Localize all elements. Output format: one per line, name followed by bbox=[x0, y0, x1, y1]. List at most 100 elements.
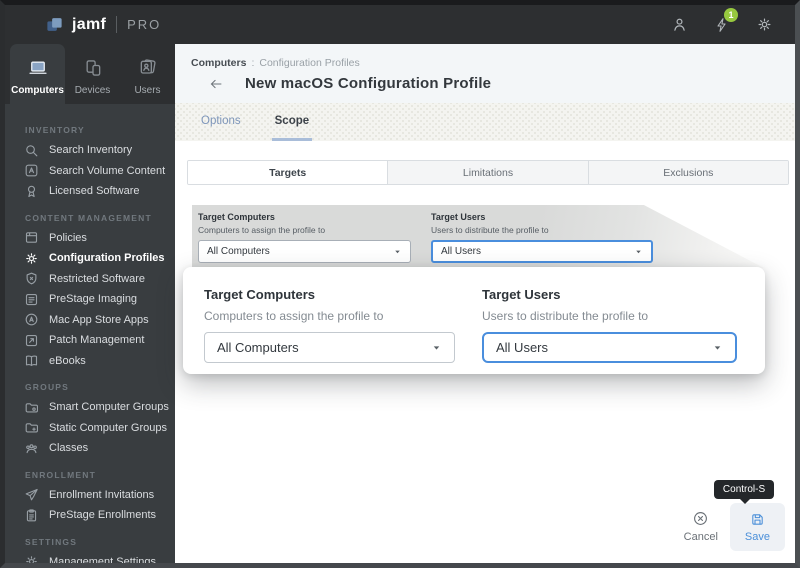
topbar-actions: 1 bbox=[671, 7, 773, 34]
sidebar-context-tabs: Computers Devices Users bbox=[5, 44, 175, 104]
target-computers-select[interactable]: All Computers bbox=[204, 332, 455, 363]
tab-devices[interactable]: Devices bbox=[65, 44, 120, 104]
clipboard-icon bbox=[24, 508, 39, 523]
footer-actions: Cancel Control-S Save bbox=[684, 480, 785, 551]
target-computers-label: Target Computers bbox=[204, 287, 315, 302]
app-store-icon bbox=[24, 312, 39, 327]
account-icon[interactable] bbox=[671, 16, 688, 33]
sidebar-item-mac-app-store-apps[interactable]: Mac App Store Apps bbox=[5, 310, 175, 331]
subtab-exclusions[interactable]: Exclusions bbox=[587, 161, 788, 184]
section-title: INVENTORY bbox=[25, 125, 85, 135]
section-title: ENROLLMENT bbox=[25, 469, 97, 480]
scope-subtabs: Targets Limitations Exclusions bbox=[187, 160, 789, 185]
target-users-description: Users to distribute the profile to bbox=[482, 309, 649, 323]
settings-gear-icon[interactable] bbox=[756, 16, 773, 33]
target-users-label: Target Users bbox=[431, 212, 486, 222]
target-users-field-small: Target Users Users to distribute the pro… bbox=[431, 212, 653, 263]
subtab-targets[interactable]: Targets bbox=[188, 161, 388, 184]
brand-suffix: PRO bbox=[127, 17, 162, 32]
tab-users[interactable]: Users bbox=[120, 44, 175, 104]
sidebar-item-search-volume-content[interactable]: Search Volume Content bbox=[5, 161, 175, 182]
sidebar-item-restricted-software[interactable]: Restricted Software bbox=[5, 269, 175, 290]
patch-icon bbox=[24, 333, 39, 348]
sidebar-item-prestage-imaging[interactable]: PreStage Imaging bbox=[5, 289, 175, 310]
item-label: Classes bbox=[49, 442, 89, 455]
nav-section-content-management: CONTENT MANAGEMENT Policies Configuratio… bbox=[5, 211, 175, 372]
breadcrumb: Computers : Configuration Profiles bbox=[175, 44, 795, 69]
cancel-button[interactable]: Cancel bbox=[684, 510, 718, 551]
target-computers-select-small[interactable]: All Computers bbox=[198, 240, 411, 263]
search-icon bbox=[24, 143, 39, 158]
sidebar-item-search-inventory[interactable]: Search Inventory bbox=[5, 140, 175, 161]
sidebar: Computers Devices Users INVENTORY Search… bbox=[5, 44, 175, 563]
item-label: Enrollment Invitations bbox=[49, 488, 155, 501]
breadcrumb-current[interactable]: Configuration Profiles bbox=[259, 57, 359, 69]
item-label: Management Settings bbox=[49, 555, 157, 568]
jamf-logo-icon bbox=[45, 15, 64, 34]
sidebar-item-smart-computer-groups[interactable]: Smart Computer Groups bbox=[5, 397, 175, 418]
page-title: New macOS Configuration Profile bbox=[245, 75, 492, 92]
item-label: Smart Computer Groups bbox=[49, 401, 169, 414]
item-label: Licensed Software bbox=[49, 185, 140, 198]
cancel-circle-x-icon bbox=[692, 510, 709, 527]
gear-icon bbox=[24, 251, 39, 266]
sidebar-item-policies[interactable]: Policies bbox=[5, 228, 175, 249]
brand-name: jamf bbox=[72, 15, 107, 33]
target-computers-field: Target Computers Computers to assign the… bbox=[204, 287, 455, 363]
award-icon bbox=[24, 184, 39, 199]
page-header: Computers : Configuration Profiles New m… bbox=[175, 44, 795, 103]
sidebar-item-ebooks[interactable]: eBooks bbox=[5, 351, 175, 372]
target-computers-description: Computers to assign the profile to bbox=[204, 309, 384, 323]
select-value: All Computers bbox=[207, 246, 270, 257]
sidebar-item-configuration-profiles[interactable]: Configuration Profiles bbox=[5, 248, 175, 269]
item-label: Mac App Store Apps bbox=[49, 313, 149, 326]
target-users-select[interactable]: All Users bbox=[482, 332, 737, 363]
item-label: Static Computer Groups bbox=[49, 421, 167, 434]
target-computers-field-small: Target Computers Computers to assign the… bbox=[198, 212, 411, 263]
shield-x-icon bbox=[24, 271, 39, 286]
people-icon bbox=[24, 441, 39, 456]
notification-badge: 1 bbox=[724, 7, 738, 22]
tab-options[interactable]: Options bbox=[198, 103, 244, 141]
title-row: New macOS Configuration Profile bbox=[207, 75, 795, 92]
item-label: Search Volume Content bbox=[49, 164, 166, 177]
item-label: Restricted Software bbox=[49, 272, 145, 285]
section-title: SETTINGS bbox=[25, 536, 78, 547]
item-label: Policies bbox=[49, 231, 87, 244]
nav-section-settings: SETTINGS Management Settings bbox=[5, 535, 175, 568]
subtab-limitations[interactable]: Limitations bbox=[387, 161, 588, 184]
nav-section-enrollment: ENROLLMENT Enrollment Invitations PreSta… bbox=[5, 468, 175, 526]
target-users-select-small[interactable]: All Users bbox=[431, 240, 653, 263]
gear-icon bbox=[24, 554, 39, 563]
sidebar-item-patch-management[interactable]: Patch Management bbox=[5, 330, 175, 351]
nav-section-groups: GROUPS Smart Computer Groups Static Comp… bbox=[5, 380, 175, 459]
select-value: All Users bbox=[441, 246, 482, 257]
tab-computers[interactable]: Computers bbox=[10, 44, 65, 104]
target-computers-description: Computers to assign the profile to bbox=[198, 225, 326, 235]
select-value: All Computers bbox=[217, 340, 299, 355]
notifications-icon[interactable]: 1 bbox=[714, 7, 738, 34]
folder-gear-icon bbox=[24, 400, 39, 415]
item-label: eBooks bbox=[49, 354, 86, 367]
nav-section-inventory: INVENTORY Search Inventory Search Volume… bbox=[5, 123, 175, 202]
cancel-label: Cancel bbox=[683, 531, 718, 543]
folder-plus-icon bbox=[24, 420, 39, 435]
save-floppy-icon bbox=[750, 512, 765, 527]
item-label: Patch Management bbox=[49, 334, 145, 347]
sidebar-item-static-computer-groups[interactable]: Static Computer Groups bbox=[5, 418, 175, 439]
topbar: jamf PRO 1 bbox=[5, 5, 795, 44]
target-users-label: Target Users bbox=[482, 287, 561, 302]
main-content: Computers : Configuration Profiles New m… bbox=[175, 44, 795, 563]
sidebar-item-prestage-enrollments[interactable]: PreStage Enrollments bbox=[5, 505, 175, 526]
brand-divider bbox=[116, 16, 118, 33]
target-users-description: Users to distribute the profile to bbox=[431, 225, 549, 235]
sidebar-item-enrollment-invitations[interactable]: Enrollment Invitations bbox=[5, 485, 175, 506]
sidebar-item-licensed-software[interactable]: Licensed Software bbox=[5, 181, 175, 202]
breadcrumb-parent[interactable]: Computers bbox=[191, 57, 246, 69]
sidebar-item-classes[interactable]: Classes bbox=[5, 438, 175, 459]
tab-scope[interactable]: Scope bbox=[271, 103, 313, 141]
save-button[interactable]: Save bbox=[729, 503, 785, 551]
target-computers-label: Target Computers bbox=[198, 212, 275, 222]
back-arrow-icon[interactable] bbox=[207, 77, 225, 91]
sidebar-item-management-settings[interactable]: Management Settings bbox=[5, 552, 175, 568]
